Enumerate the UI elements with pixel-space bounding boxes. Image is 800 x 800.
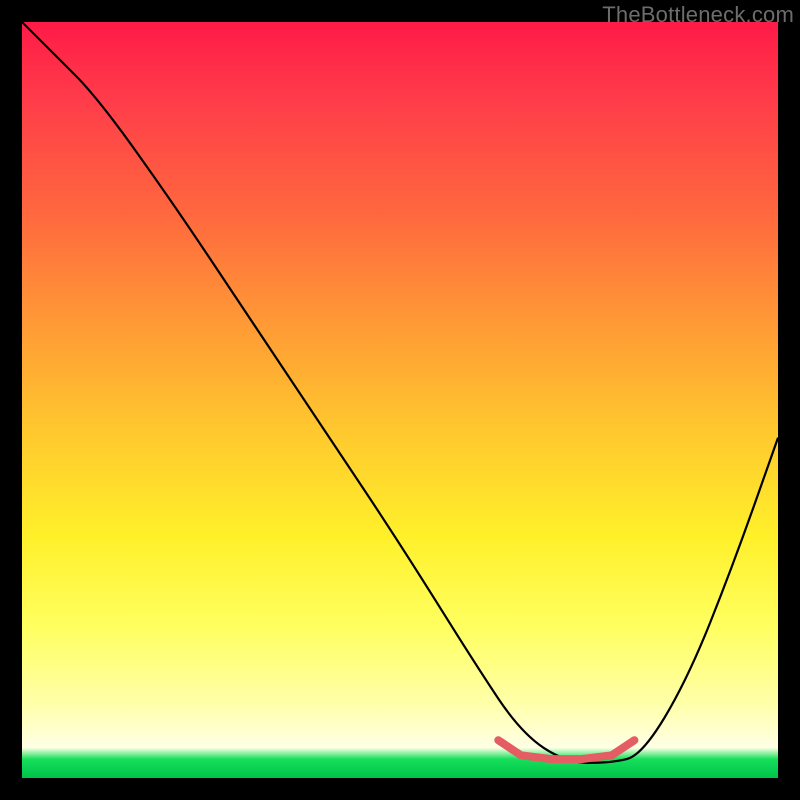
plot-background-gradient bbox=[22, 22, 778, 778]
plot-frame bbox=[22, 22, 778, 778]
